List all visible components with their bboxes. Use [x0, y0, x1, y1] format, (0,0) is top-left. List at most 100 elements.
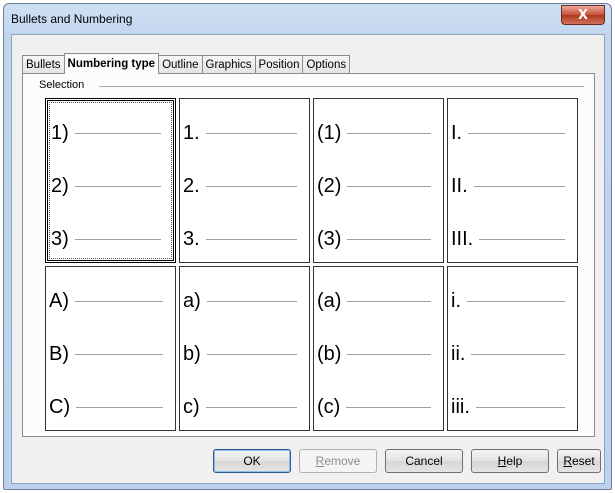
preset-number-label: b)	[183, 342, 201, 365]
preset-number-label: 1)	[51, 121, 69, 144]
remove-label: emove	[324, 454, 361, 468]
preset-number-label: III.	[451, 227, 474, 250]
preset-text-line	[347, 238, 431, 240]
preset-text-line	[467, 300, 565, 302]
tab-outline[interactable]: Outline	[158, 55, 203, 74]
preset-number-label: A)	[49, 289, 69, 312]
preset-level-row: (b)	[314, 334, 443, 374]
help-label: elp	[506, 454, 523, 468]
preset-text-line	[205, 185, 297, 187]
preset-text-line	[205, 406, 297, 408]
title-bar[interactable]: Bullets and Numbering X	[4, 4, 611, 34]
preset-text-line	[75, 300, 163, 302]
preset-text-line	[347, 132, 431, 134]
preset-number-label: a)	[183, 289, 201, 312]
numbering-preset-7[interactable]: (a) (b) (c)	[313, 266, 444, 431]
preset-level-row: B)	[46, 334, 175, 374]
numbering-preset-6[interactable]: a) b) c)	[179, 266, 310, 431]
preset-number-label: (3)	[317, 227, 342, 250]
preset-number-label: 1.	[183, 121, 200, 144]
numbering-preset-8[interactable]: i. ii. iii.	[447, 266, 578, 431]
preset-level-row: 3)	[48, 219, 173, 259]
preset-text-line	[205, 132, 297, 134]
preset-number-label: 3)	[51, 227, 69, 250]
remove-button[interactable]: Remove	[299, 449, 377, 473]
preset-text-line	[347, 185, 431, 187]
reset-label: eset	[571, 454, 595, 468]
preset-level-row: II.	[448, 166, 577, 206]
tab-options[interactable]: Options	[302, 55, 351, 74]
preset-text-line	[471, 353, 565, 355]
numbering-preset-5[interactable]: A) B) C)	[45, 266, 176, 431]
preset-level-row: (c)	[314, 387, 443, 427]
numbering-type-panel: Selection 1) 2) 3) 1. 2. 3. (1) (2) (3) I. II. III.…	[22, 73, 595, 437]
numbering-preset-3[interactable]: (1) (2) (3)	[313, 98, 444, 263]
preset-level-row: 3.	[180, 219, 309, 259]
close-button[interactable]: X	[561, 5, 605, 25]
preset-level-row: 1)	[48, 113, 173, 153]
tab-position[interactable]: Position	[254, 55, 304, 74]
dialog-client-area: Bullets Numbering type Outline Graphics …	[11, 34, 605, 484]
preset-text-line	[347, 300, 431, 302]
preset-text-line	[75, 353, 163, 355]
preset-number-label: iii.	[451, 395, 470, 418]
preset-text-line	[346, 406, 431, 408]
preset-level-row: I.	[448, 113, 577, 153]
preset-number-label: II.	[451, 174, 468, 197]
help-button[interactable]: Help	[471, 449, 549, 473]
preset-level-row: III.	[448, 219, 577, 259]
preset-number-label: (2)	[317, 174, 342, 197]
preset-level-row: A)	[46, 281, 175, 321]
tab-numbering-type[interactable]: Numbering type	[63, 53, 160, 74]
numbering-preset-2[interactable]: 1. 2. 3.	[179, 98, 310, 263]
preset-number-label: i.	[451, 289, 461, 312]
numbering-preset-4[interactable]: I. II. III.	[447, 98, 578, 263]
preset-number-label: 2.	[183, 174, 200, 197]
preset-level-row: 2.	[180, 166, 309, 206]
tab-graphics[interactable]: Graphics	[201, 55, 256, 74]
selection-group-label: Selection	[39, 79, 89, 91]
preset-text-line	[475, 406, 565, 408]
preset-text-line	[74, 185, 161, 187]
preset-number-label: C)	[49, 395, 71, 418]
cancel-button[interactable]: Cancel	[385, 449, 463, 473]
preset-level-row: b)	[180, 334, 309, 374]
preset-level-row: (1)	[314, 113, 443, 153]
preset-level-row: i.	[448, 281, 577, 321]
bullets-numbering-dialog: Bullets and Numbering X Bullets Numberin…	[3, 3, 612, 490]
preset-number-label: 2)	[51, 174, 69, 197]
preset-text-line	[479, 238, 565, 240]
preset-number-label: ii.	[451, 342, 466, 365]
window-title: Bullets and Numbering	[11, 12, 133, 26]
preset-text-line	[206, 300, 297, 302]
preset-number-label: (1)	[317, 121, 342, 144]
preset-level-row: (3)	[314, 219, 443, 259]
preset-level-row: 1.	[180, 113, 309, 153]
preset-text-line	[205, 238, 297, 240]
preset-level-row: ii.	[448, 334, 577, 374]
preset-number-label: (b)	[317, 342, 342, 365]
preset-level-row: C)	[46, 387, 175, 427]
preset-text-line	[76, 406, 163, 408]
preset-number-label: c)	[183, 395, 200, 418]
preset-level-row: iii.	[448, 387, 577, 427]
preset-number-label: (a)	[317, 289, 342, 312]
ok-button[interactable]: OK	[213, 449, 291, 473]
numbering-preset-1[interactable]: 1) 2) 3)	[45, 98, 176, 263]
preset-number-label: B)	[49, 342, 69, 365]
preset-level-row: (a)	[314, 281, 443, 321]
reset-button[interactable]: Reset	[557, 449, 601, 473]
remove-mnemonic: R	[315, 454, 325, 468]
preset-number-label: 3.	[183, 227, 200, 250]
preset-level-row: (2)	[314, 166, 443, 206]
preset-number-label: I.	[451, 121, 463, 144]
numbering-preset-grid: 1) 2) 3) 1. 2. 3. (1) (2) (3) I. II. III. A) B) C) a) b)…	[45, 98, 578, 431]
dialog-button-row: OK Remove Cancel Help Reset	[12, 449, 604, 473]
preset-number-label: (c)	[317, 395, 341, 418]
tab-bar: Bullets Numbering type Outline Graphics …	[22, 53, 351, 74]
preset-level-row: 2)	[48, 166, 173, 206]
preset-text-line	[468, 132, 565, 134]
preset-level-row: a)	[180, 281, 309, 321]
preset-text-line	[206, 353, 297, 355]
tab-bullets[interactable]: Bullets	[22, 55, 65, 74]
